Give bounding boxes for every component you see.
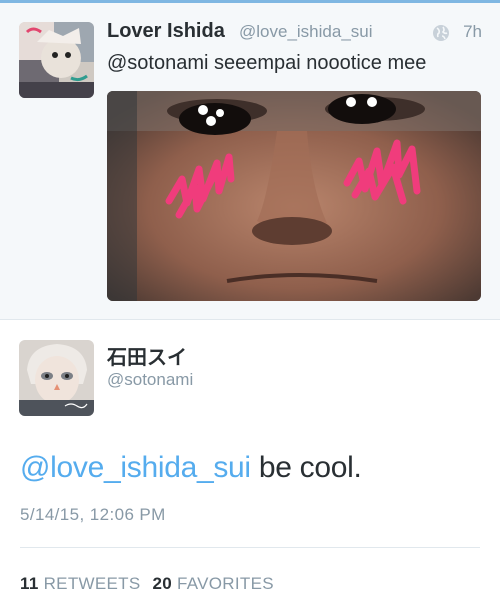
reply-text-body: be cool. [250, 451, 362, 484]
reply-display-name[interactable]: 石田スイ [107, 341, 187, 370]
favorites-stat[interactable]: 20 FAVORITES [152, 574, 273, 593]
globe-icon [432, 24, 450, 42]
tweet-timestamp: 7h [463, 22, 482, 41]
reply-date: 5/14/15, 12:06 PM [20, 505, 166, 524]
divider [0, 319, 500, 320]
tweet-text: @sotonami seeempai noootice mee [107, 52, 427, 74]
mention-link[interactable]: @love_ishida_sui [20, 451, 251, 484]
retweets-label: RETWEETS [43, 574, 141, 593]
avatar[interactable] [19, 22, 94, 98]
divider [20, 547, 480, 548]
user-handle[interactable]: @love_ishida_sui [239, 22, 373, 42]
display-name[interactable]: Lover Ishida [107, 20, 225, 43]
engagement-stats: 11 RETWEETS 20 FAVORITES [20, 574, 274, 594]
favorites-count: 20 [152, 574, 172, 593]
tweet-header: Lover Ishida @love_ishida_sui 7h [107, 20, 482, 46]
retweets-count: 11 [20, 574, 39, 593]
original-tweet[interactable]: Lover Ishida @love_ishida_sui 7h @sotona… [0, 3, 500, 319]
retweets-stat[interactable]: 11 RETWEETS [20, 574, 140, 593]
tweet-photo[interactable] [107, 91, 481, 301]
reply-avatar[interactable] [19, 340, 94, 416]
favorites-label: FAVORITES [177, 574, 274, 593]
reply-tweet-text: @love_ishida_sui be cool. [20, 451, 362, 485]
reply-user-handle[interactable]: @sotonami [107, 370, 193, 390]
